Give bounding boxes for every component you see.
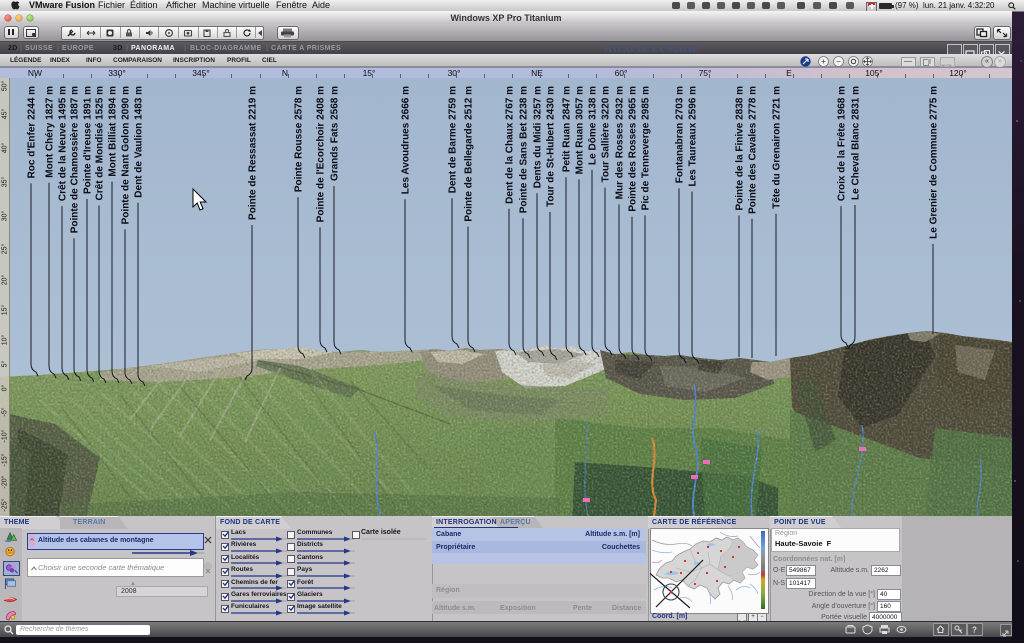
svg-text:Pointe de Bellegarde 2512 m: Pointe de Bellegarde 2512 m bbox=[464, 86, 475, 222]
svg-text:Pointe de Sans Bet 2238 m: Pointe de Sans Bet 2238 m bbox=[519, 86, 530, 213]
svg-text:Mur des Rosses 2932 m: Mur des Rosses 2932 m bbox=[615, 86, 626, 199]
svg-text:-15°: -15° bbox=[1, 453, 9, 466]
svg-text:15°: 15° bbox=[1, 305, 9, 316]
svg-text:Dent de Barme 2759 m: Dent de Barme 2759 m bbox=[448, 86, 459, 193]
svg-text:-10°: -10° bbox=[1, 429, 9, 442]
svg-text:Pointe des Cavales 2778 m: Pointe des Cavales 2778 m bbox=[748, 86, 759, 214]
svg-text:-5°: -5° bbox=[1, 407, 9, 416]
svg-text:10°: 10° bbox=[1, 335, 9, 346]
svg-text:?: ? bbox=[972, 626, 977, 635]
svg-text:Tour Sallière 3220 m: Tour Sallière 3220 m bbox=[601, 86, 612, 183]
svg-text:Pic de Tenneverge 2985 m: Pic de Tenneverge 2985 m bbox=[641, 86, 652, 210]
svg-text:Croix de la Frête 1968 m: Croix de la Frête 1968 m bbox=[837, 86, 848, 201]
svg-text:40°: 40° bbox=[1, 143, 9, 154]
svg-text:35°: 35° bbox=[1, 177, 9, 188]
svg-text:Pointe de Nant Golon 2090 m: Pointe de Nant Golon 2090 m bbox=[121, 86, 132, 224]
svg-text:Crêt de Mondisé 1525 m: Crêt de Mondisé 1525 m bbox=[95, 86, 106, 201]
svg-text:45°: 45° bbox=[1, 109, 9, 120]
svg-text:-20°: -20° bbox=[1, 475, 9, 488]
svg-text:Mont Chéry 1827 m: Mont Chéry 1827 m bbox=[45, 86, 56, 178]
svg-text:Les Taureaux 2596 m: Les Taureaux 2596 m bbox=[688, 86, 699, 187]
svg-text:Pointe d'Ireuse 1891 m: Pointe d'Ireuse 1891 m bbox=[83, 86, 94, 194]
svg-text:Pointe des Rosses 2965 m: Pointe des Rosses 2965 m bbox=[628, 86, 639, 212]
svg-text:Tête du Grenairon 2721 m: Tête du Grenairon 2721 m bbox=[772, 86, 783, 209]
svg-text:20°: 20° bbox=[1, 275, 9, 286]
svg-text:Grands Fats 2568 m: Grands Fats 2568 m bbox=[330, 86, 341, 181]
svg-text:Fontanabran 2703 m: Fontanabran 2703 m bbox=[675, 86, 686, 183]
svg-text:+: + bbox=[821, 57, 826, 66]
svg-text:Mont Ruan 3057 m: Mont Ruan 3057 m bbox=[575, 86, 586, 174]
svg-text:Pointe de la Finive 2838 m: Pointe de la Finive 2838 m bbox=[735, 86, 746, 211]
svg-text:Pointe de Ressassat 2219 m: Pointe de Ressassat 2219 m bbox=[248, 86, 259, 220]
svg-text:Pointe de Chamossière 1887 m: Pointe de Chamossière 1887 m bbox=[70, 86, 81, 233]
svg-text:Petit Ruan 2847 m: Petit Ruan 2847 m bbox=[562, 86, 573, 172]
svg-text:Dent de la Chaux 2767 m: Dent de la Chaux 2767 m bbox=[505, 86, 516, 204]
svg-text:Crêt de la Neuve 1495 m: Crêt de la Neuve 1495 m bbox=[58, 86, 69, 201]
svg-text:-25°: -25° bbox=[1, 498, 9, 511]
svg-text:−: − bbox=[836, 57, 841, 66]
svg-text:30°: 30° bbox=[1, 211, 9, 222]
svg-text:Le Dôme 3138 m: Le Dôme 3138 m bbox=[588, 86, 599, 165]
svg-text:Pointe de l'Ecorchoir 2408 m: Pointe de l'Ecorchoir 2408 m bbox=[316, 86, 327, 222]
svg-text:Le Grenier de Commune 2775 m: Le Grenier de Commune 2775 m bbox=[929, 86, 940, 239]
svg-text:Le Cheval Blanc 2831 m: Le Cheval Blanc 2831 m bbox=[851, 86, 862, 200]
svg-text:Mont Billiat 1894 m: Mont Billiat 1894 m bbox=[108, 86, 119, 177]
svg-text:0°: 0° bbox=[1, 384, 9, 391]
svg-text:25°: 25° bbox=[1, 244, 9, 255]
svg-text:Tour de St-Hubert 2430 m: Tour de St-Hubert 2430 m bbox=[546, 86, 557, 207]
svg-text:Pointe Rousse 2578 m: Pointe Rousse 2578 m bbox=[294, 86, 305, 192]
svg-text:Dents du Midi 3257 m: Dents du Midi 3257 m bbox=[533, 86, 544, 188]
svg-text:Les Avoudrues 2666 m: Les Avoudrues 2666 m bbox=[401, 86, 412, 194]
svg-text:Dent de Vaulion 1483 m: Dent de Vaulion 1483 m bbox=[134, 86, 145, 198]
svg-text:Roc d'Enfer 2244 m: Roc d'Enfer 2244 m bbox=[27, 86, 38, 179]
svg-text:50°: 50° bbox=[1, 81, 9, 92]
svg-text:5°: 5° bbox=[1, 360, 9, 367]
